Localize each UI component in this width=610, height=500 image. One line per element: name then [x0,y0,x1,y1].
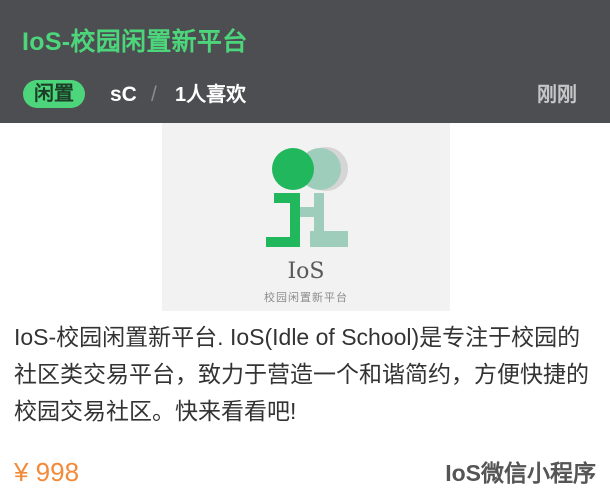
category-tag[interactable]: 闲置 [23,80,85,108]
meta-row: 闲置 sC / 1人喜欢 刚刚 [0,78,610,112]
card-header: IoS-校园闲置新平台 闲置 sC / 1人喜欢 刚刚 [0,0,610,123]
likes-count: 1人喜欢 [175,84,247,106]
author-name[interactable]: sC [110,81,137,109]
meta-divider: / [151,83,157,106]
logo-subtitle: 校园闲置新平台 [264,292,348,304]
logo-wordmark: IoS [287,259,325,284]
share-card[interactable]: IoS-校园闲置新平台 闲置 sC / 1人喜欢 刚刚 IoS 校园闲置新平台 [0,0,610,500]
item-description: IoS-校园闲置新平台. IoS(Idle of School)是专注于校园的社… [14,324,589,424]
source-label[interactable]: IoS微信小程序 [445,457,596,489]
cover-image[interactable]: IoS 校园闲置新平台 [162,123,450,311]
post-time: 刚刚 [537,84,577,106]
item-price: ¥ 998 [14,457,80,487]
card-title[interactable]: IoS-校园闲置新平台 [22,22,248,58]
